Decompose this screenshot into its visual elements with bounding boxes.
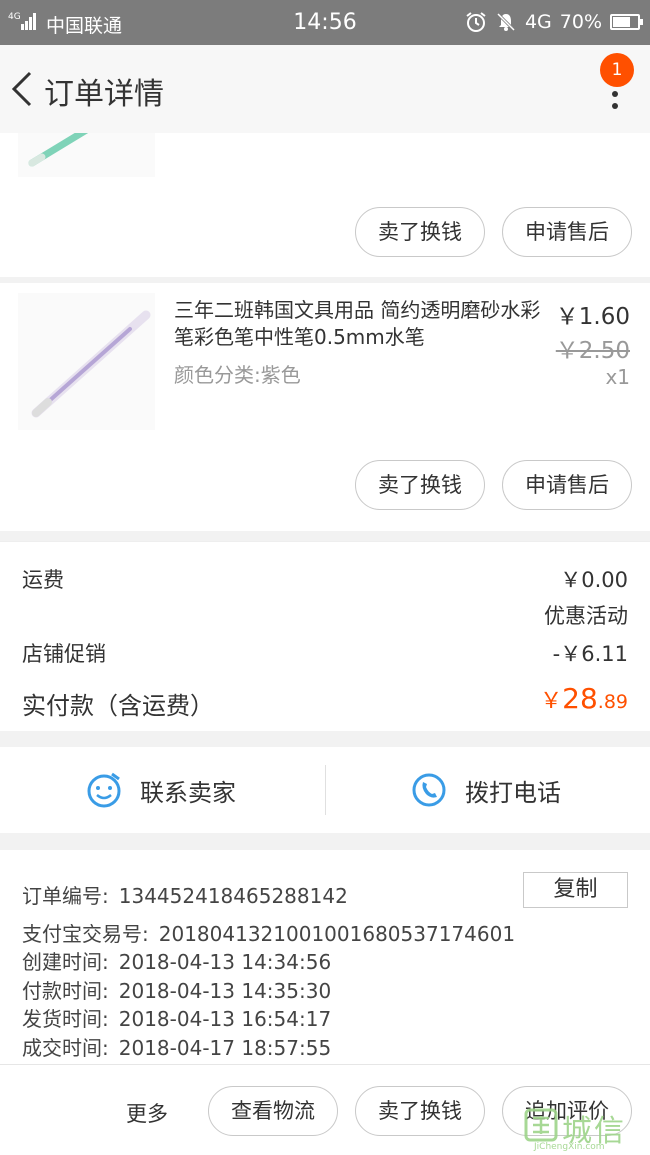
order-info: 订单编号: 134452418465288142 复制 支付宝交易号: 201804…	[0, 850, 650, 1064]
created-row: 创建时间: 2018-04-13 14:34:56	[22, 946, 331, 975]
watermark-icon	[524, 1108, 558, 1142]
pen-image	[28, 125, 92, 167]
call-phone-label: 拨打电话	[465, 778, 561, 807]
product-quantity: x1	[605, 365, 630, 389]
watermark-logo: 城信 JiChengXin.com	[524, 1106, 644, 1152]
product-variant: 颜色分类:紫色	[174, 363, 301, 387]
pen-image	[31, 310, 151, 418]
store-promo-label: 店铺促销	[22, 642, 106, 666]
total-currency: ￥	[540, 689, 563, 714]
after-sales-button[interactable]: 申请售后	[502, 207, 632, 257]
alipay-label: 支付宝交易号:	[22, 922, 149, 946]
watermark-site: JiChengXin.com	[534, 1142, 605, 1152]
created-label: 创建时间:	[22, 950, 109, 974]
battery-percent: 70%	[559, 11, 602, 33]
product-thumbnail[interactable]	[18, 293, 155, 430]
order-number: 134452418465288142	[118, 884, 348, 908]
shipped-time: 2018-04-13 16:54:17	[118, 1007, 332, 1031]
resell-button[interactable]: 卖了换钱	[355, 207, 485, 257]
total-label: 实付款（含运费）	[22, 692, 214, 720]
chat-smiley-icon	[87, 772, 121, 808]
phone-icon	[412, 773, 446, 807]
more-button[interactable]: 更多	[126, 1098, 168, 1128]
order-number-label: 订单编号:	[22, 884, 109, 908]
shipping-value: ￥0.00	[560, 568, 628, 592]
copy-button[interactable]: 复制	[523, 872, 628, 908]
total-amount: ￥28.89	[540, 682, 628, 715]
shipped-row: 发货时间: 2018-04-13 16:54:17	[22, 1003, 331, 1032]
store-promo-value: -￥6.11	[552, 642, 628, 666]
completed-row: 成交时间: 2018-04-17 18:57:55	[22, 1032, 331, 1061]
nav-bar: 订单详情	[0, 45, 650, 133]
paid-label: 付款时间:	[22, 979, 109, 1003]
view-logistics-button[interactable]: 查看物流	[208, 1086, 338, 1136]
product-title[interactable]: 三年二班韩国文具用品 简约透明磨砂水彩笔彩色笔中性笔0.5mm水笔	[174, 297, 554, 351]
paid-time: 2018-04-13 14:35:30	[118, 979, 332, 1003]
completed-time: 2018-04-17 18:57:55	[118, 1036, 332, 1060]
mute-icon	[496, 12, 516, 32]
completed-label: 成交时间:	[22, 1036, 109, 1060]
price-summary: 运费 ￥0.00 优惠活动 店铺促销 -￥6.11 实付款（含运费） ￥28.8…	[0, 541, 650, 731]
resell-button[interactable]: 卖了换钱	[355, 460, 485, 510]
original-price: ￥2.50	[555, 338, 630, 364]
alipay-row: 支付宝交易号: 2018041321001001680537174601	[22, 918, 515, 947]
resell-button[interactable]: 卖了换钱	[355, 1086, 485, 1136]
status-bar: 4G 中国联通 14:56 4G 70%	[0, 0, 650, 45]
paid-row: 付款时间: 2018-04-13 14:35:30	[22, 975, 331, 1004]
order-item-2: 三年二班韩国文具用品 简约透明磨砂水彩笔彩色笔中性笔0.5mm水笔 颜色分类:紫…	[0, 283, 650, 531]
notification-badge: 1	[600, 53, 634, 87]
promo-heading: 优惠活动	[544, 604, 628, 628]
data-type: 4G	[524, 11, 552, 33]
divider	[325, 765, 326, 815]
shipped-label: 发货时间:	[22, 1007, 109, 1031]
after-sales-button[interactable]: 申请售后	[502, 460, 632, 510]
total-decimal: .89	[597, 691, 628, 713]
page-title: 订单详情	[44, 77, 164, 112]
contact-bar: 联系卖家 拨打电话	[0, 747, 650, 833]
alipay-number: 2018041321001001680537174601	[158, 922, 516, 946]
shipping-label: 运费	[22, 568, 64, 592]
battery-icon	[610, 14, 643, 30]
created-time: 2018-04-13 14:34:56	[118, 950, 332, 974]
total-integer: 28	[562, 682, 598, 715]
product-price: ￥1.60	[555, 304, 630, 330]
contact-seller-button[interactable]: 联系卖家	[86, 747, 236, 833]
order-number-row: 订单编号: 134452418465288142	[22, 880, 348, 909]
product-thumbnail[interactable]	[18, 125, 155, 177]
call-phone-button[interactable]: 拨打电话	[411, 747, 561, 833]
back-arrow-icon[interactable]	[10, 71, 34, 107]
contact-seller-label: 联系卖家	[140, 778, 236, 807]
alarm-icon	[466, 12, 486, 32]
order-item-1: 卖了换钱 申请售后	[0, 125, 650, 277]
